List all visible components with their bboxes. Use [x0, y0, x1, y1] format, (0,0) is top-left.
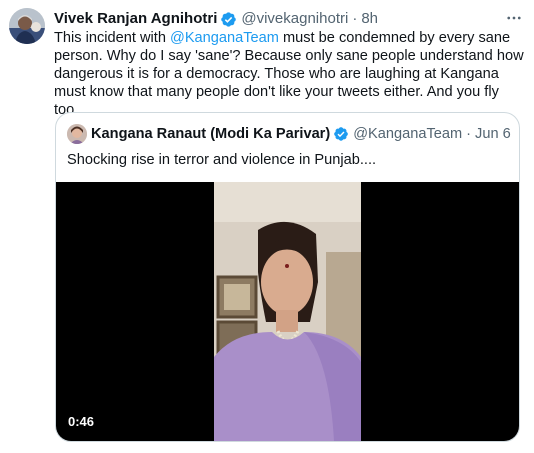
quoted-author-name[interactable]: Kangana Ranaut (Modi Ka Parivar) — [91, 124, 330, 144]
more-options-button[interactable] — [502, 7, 526, 29]
tweet-text: This incident with @KanganaTeam must be … — [54, 29, 524, 119]
verified-badge-icon — [220, 11, 237, 28]
tweet: Vivek Ranjan Agnihotri @vivekagnihotri ·… — [0, 0, 534, 453]
video-player[interactable]: 0:46 — [56, 182, 519, 441]
author-avatar[interactable] — [9, 8, 45, 44]
mention-link[interactable]: @KanganaTeam — [170, 30, 279, 46]
video-duration: 0:46 — [64, 413, 99, 431]
video-frame-image — [214, 182, 361, 441]
quoted-author-avatar[interactable] — [67, 124, 87, 144]
separator-dot: · — [466, 126, 472, 142]
author-handle[interactable]: @vivekagnihotri — [241, 9, 348, 29]
quoted-avatar-photo — [67, 124, 87, 144]
more-options-icon — [507, 16, 521, 20]
quoted-tweet-date[interactable]: Jun 6 — [475, 124, 511, 144]
tweet-header: Vivek Ranjan Agnihotri @vivekagnihotri ·… — [54, 9, 378, 29]
verified-badge-icon — [333, 126, 349, 142]
quoted-tweet-header: Kangana Ranaut (Modi Ka Parivar) @Kangan… — [91, 124, 511, 144]
video-thumbnail — [214, 182, 361, 441]
tweet-timestamp[interactable]: 8h — [361, 9, 378, 29]
separator-dot: · — [352, 10, 358, 27]
quoted-tweet-card[interactable]: Kangana Ranaut (Modi Ka Parivar) @Kangan… — [55, 112, 520, 442]
tweet-text-part1: This incident with — [54, 30, 170, 46]
quoted-tweet-text: Shocking rise in terror and violence in … — [67, 152, 377, 168]
avatar-photo — [9, 8, 45, 44]
author-name[interactable]: Vivek Ranjan Agnihotri — [54, 9, 217, 29]
quoted-author-handle[interactable]: @KanganaTeam — [353, 124, 462, 144]
